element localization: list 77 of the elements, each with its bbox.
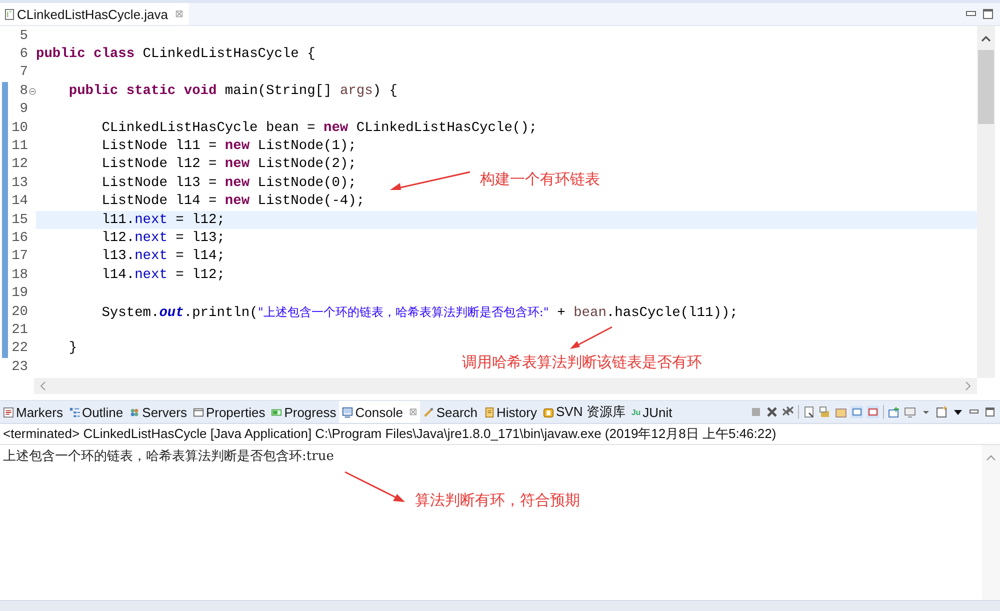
panel-tab[interactable]: Properties <box>190 401 268 423</box>
code-line: l11.next = l12; <box>100 212 225 228</box>
panel-tab[interactable]: Outline <box>66 401 126 423</box>
document-icon[interactable] <box>803 406 815 418</box>
panel-tab[interactable]: SVN 资源库 <box>540 401 628 423</box>
flashlight-icon <box>423 406 434 418</box>
dots-icon <box>129 406 140 418</box>
maximize-icon[interactable] <box>983 9 993 19</box>
vertical-scrollbar[interactable] <box>977 26 995 378</box>
annotation-text: 算法判断有环，符合预期 <box>415 491 580 510</box>
arrow <box>568 325 614 351</box>
window-icon <box>192 406 204 418</box>
line-number: 10 <box>10 120 28 136</box>
folder-icon[interactable] <box>835 406 847 418</box>
code-line: l13.next = l14; <box>100 249 225 264</box>
code-line: } <box>68 341 78 356</box>
scroll-left-icon[interactable] <box>40 381 46 391</box>
line-number: 18 <box>10 268 28 283</box>
code-line: System.out.println("上述包含一个环的链表，哈希表算法判断是否包含环:" + bean.hasCycle(l11)); <box>100 304 738 321</box>
file-icon <box>5 8 14 20</box>
collapse-icon[interactable] <box>28 88 36 95</box>
panel-tab[interactable]: Servers <box>126 401 190 423</box>
line-number: 11 <box>10 139 28 154</box>
outline-icon <box>68 406 80 418</box>
window-icon[interactable] <box>936 406 948 418</box>
scrollbar-thumb[interactable] <box>978 50 994 124</box>
scroll-right-icon[interactable] <box>965 381 971 391</box>
line-number: 17 <box>10 249 28 264</box>
line-number: 19 <box>10 286 28 302</box>
annotation-text: 调用哈希表算法判断该链表是否有环 <box>462 353 702 372</box>
line-number: 16 <box>10 230 28 246</box>
unit-test-icon: Ju <box>631 408 641 416</box>
new-console-icon[interactable] <box>888 406 900 418</box>
remove-all-icon[interactable] <box>782 406 794 418</box>
line-number: 9 <box>18 102 28 118</box>
line-number: 8 <box>18 84 28 99</box>
code-line: public static void main(String[] args) { <box>68 84 398 99</box>
panel-tab[interactable]: Progress <box>268 401 340 423</box>
code-line: l14.next = l12; <box>100 268 225 283</box>
document-icon <box>484 406 495 418</box>
line-number: 23 <box>10 360 28 375</box>
editor-tab[interactable]: CLinkedListHasCycle.java ⊠ <box>0 3 190 25</box>
line-number: 7 <box>18 65 28 80</box>
code-line: ListNode l11 = new ListNode(1); <box>100 139 356 154</box>
minimize-icon[interactable] <box>966 11 976 17</box>
line-number: 12 <box>10 157 28 172</box>
console-output: 上述包含一个环的链表，哈希表算法判断是否包含环:true <box>2 448 335 466</box>
panel-tab[interactable]: Console ⊠ <box>339 401 420 423</box>
code-line: ListNode l13 = new ListNode(0); <box>100 176 356 191</box>
vertical-scrollbar[interactable] <box>982 445 1000 600</box>
line-number: 6 <box>18 47 28 62</box>
monitor-icon <box>342 406 354 418</box>
arrow <box>343 470 407 504</box>
code-line: public class CLinkedListHasCycle { <box>36 47 316 62</box>
list-icon <box>3 406 14 418</box>
panel-tab[interactable]: Search <box>420 401 481 423</box>
line-number: 5 <box>18 28 28 44</box>
code-line: ListNode l14 = new ListNode(-4); <box>100 194 365 210</box>
panel-tab[interactable]: History <box>480 401 540 423</box>
line-number: 14 <box>10 194 28 210</box>
maximize-icon[interactable] <box>984 406 996 418</box>
line-number: 13 <box>10 176 28 191</box>
horizontal-scrollbar[interactable] <box>34 378 977 394</box>
close-icon[interactable] <box>766 406 778 418</box>
line-number: 20 <box>10 304 28 320</box>
console-header: <terminated> CLinkedListHasCycle [Java Application] C:\Program Files\Java\jre1.8.0_171\bin\javaw.exe (2019年12月8日 上午5:46:22) <box>0 424 1000 445</box>
monitor-icon[interactable] <box>904 406 916 418</box>
panel-tab[interactable]: Markers <box>0 401 66 423</box>
line-number: 22 <box>10 341 28 356</box>
scroll-up-icon[interactable] <box>981 36 991 42</box>
code-line: l12.next = l13; <box>100 230 225 246</box>
annotation-text: 构建一个有环链表 <box>480 170 600 189</box>
code-line: ListNode l12 = new ListNode(2); <box>100 157 356 172</box>
line-number: 15 <box>10 212 28 228</box>
progress-icon <box>271 406 282 418</box>
line-number: 21 <box>10 322 28 338</box>
code-line: CLinkedListHasCycle bean = new CLinkedListHasCycle(); <box>100 120 538 136</box>
